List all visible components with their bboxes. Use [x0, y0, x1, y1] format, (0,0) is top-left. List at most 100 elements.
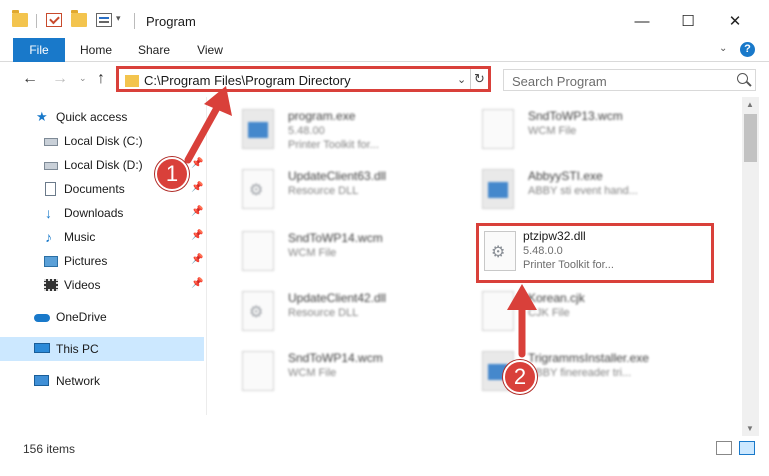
pin-icon[interactable]: 📌: [191, 182, 203, 193]
list-item-ptzipw32-highlighted[interactable]: ptzipw32.dll 5.48.0.0 Printer Toolkit fo…: [476, 223, 714, 283]
address-path[interactable]: C:\Program Files\Program Directory: [144, 73, 351, 88]
help-button[interactable]: ?: [740, 42, 755, 57]
sidebar-item-label: Local Disk (C:): [64, 134, 143, 148]
cloud-icon: [34, 314, 50, 322]
address-dropdown-chevron-icon[interactable]: ⌄: [457, 73, 466, 86]
sidebar-item-quick-access[interactable]: ★ Quick access: [0, 105, 204, 129]
file-type: WCM File: [288, 247, 337, 259]
step-1-badge: 1: [155, 157, 189, 191]
network-icon: [34, 375, 49, 386]
file-list: program.exe 5.48.00 Printer Toolkit for.…: [207, 97, 742, 436]
folder-icon: [12, 10, 28, 27]
list-item[interactable]: SndToWP14.wcm WCM File: [216, 225, 456, 279]
address-bar[interactable]: C:\Program Files\Program Directory ⌄ ↻: [116, 66, 491, 92]
file-name: Korean.cjk: [528, 291, 585, 305]
recent-locations-chevron-icon[interactable]: ⌄: [79, 73, 87, 84]
refresh-icon[interactable]: ↻: [474, 71, 485, 87]
status-bar: 156 items: [0, 436, 769, 476]
sidebar-item-label: Pictures: [64, 254, 108, 268]
sidebar-item-label: Videos: [64, 278, 101, 292]
item-count: 156 items: [23, 442, 76, 456]
expand-ribbon-chevron-icon[interactable]: ⌄: [719, 43, 727, 54]
scroll-down-icon[interactable]: ▼: [746, 424, 754, 433]
videos-icon: [44, 279, 58, 291]
customize-toolbar-chevron-icon[interactable]: ▾: [116, 13, 121, 24]
document-icon: [242, 351, 274, 391]
tab-view[interactable]: View: [188, 38, 232, 62]
document-icon: [482, 109, 514, 149]
search-icon: [737, 73, 748, 84]
divider: [470, 69, 471, 89]
maximize-button[interactable]: ☐: [665, 0, 711, 42]
file-description: Printer Toolkit for...: [288, 139, 379, 151]
pin-icon[interactable]: 📌: [191, 206, 203, 217]
list-item[interactable]: SndToWP13.wcm WCM File: [456, 103, 696, 157]
scroll-up-icon[interactable]: ▲: [746, 100, 754, 109]
vertical-scrollbar[interactable]: ▲ ▼: [742, 97, 759, 436]
file-name: ptzipw32.dll: [523, 229, 586, 243]
step-2-badge: 2: [503, 360, 537, 394]
tab-file[interactable]: File: [13, 38, 65, 62]
quick-access-toolbar-icon[interactable]: [96, 13, 112, 27]
pin-icon[interactable]: 📌: [191, 158, 203, 169]
forward-button[interactable]: →: [52, 70, 68, 88]
close-button[interactable]: ✕: [712, 0, 758, 42]
divider: [36, 14, 37, 28]
folder-icon: [125, 75, 139, 87]
file-description: ABBY sti event hand...: [528, 185, 638, 197]
dll-gear-icon: [484, 231, 516, 271]
list-item[interactable]: AbbyySTI.exe ABBY sti event hand...: [456, 163, 696, 217]
dll-gear-icon: [242, 291, 274, 331]
sidebar-item-videos[interactable]: Videos 📌: [0, 273, 204, 297]
list-item[interactable]: program.exe 5.48.00 Printer Toolkit for.…: [216, 103, 456, 157]
list-item[interactable]: UpdateClient63.dll Resource DLL: [216, 163, 456, 217]
list-item[interactable]: SndToWP14.wcm WCM File: [216, 345, 456, 399]
tab-share[interactable]: Share: [130, 38, 178, 62]
list-item[interactable]: Korean.cjk CJK File: [456, 285, 696, 339]
sidebar-item-onedrive[interactable]: OneDrive: [0, 305, 204, 329]
sidebar-item-label: Quick access: [56, 110, 128, 124]
minimize-button[interactable]: —: [619, 0, 665, 42]
sidebar-item-this-pc[interactable]: This PC: [0, 337, 204, 361]
scrollbar-thumb[interactable]: [744, 114, 757, 162]
tiles-view-icon[interactable]: [739, 441, 755, 455]
dll-gear-icon: [242, 169, 274, 209]
sidebar-item-label: OneDrive: [56, 310, 107, 324]
music-icon: ♪: [45, 229, 52, 245]
document-icon: [242, 231, 274, 271]
list-item[interactable]: TrigrammsInstaller.exe ABBY finereader t…: [456, 345, 696, 399]
divider: [134, 13, 135, 29]
file-type: CJK File: [528, 307, 570, 319]
tab-home[interactable]: Home: [72, 38, 120, 62]
file-type: WCM File: [288, 367, 337, 379]
properties-checkmark-icon[interactable]: [46, 13, 62, 27]
navigation-bar: ← → ⌄ ↑ C:\Program Files\Program Directo…: [0, 63, 769, 97]
file-name: program.exe: [288, 109, 356, 123]
document-icon: [482, 291, 514, 331]
application-icon: [242, 109, 274, 149]
pin-icon[interactable]: 📌: [191, 254, 203, 265]
star-icon: ★: [36, 109, 48, 124]
file-type: Resource DLL: [288, 185, 359, 197]
sidebar-item-label: Network: [56, 374, 101, 388]
sidebar-item-downloads[interactable]: ↓ Downloads 📌: [0, 201, 204, 225]
up-button[interactable]: ↑: [97, 70, 105, 88]
sidebar-item-local-disk-c[interactable]: Local Disk (C:): [0, 129, 204, 153]
ribbon-tabs: File Home Share View ⌄ ?: [0, 38, 769, 62]
file-name: UpdateClient63.dll: [288, 169, 387, 183]
sidebar-item-pictures[interactable]: Pictures 📌: [0, 249, 204, 273]
file-description: Printer Toolkit for...: [523, 259, 614, 271]
sidebar-item-label: Documents: [64, 182, 125, 196]
file-description: ABBY finereader tri...: [528, 367, 632, 379]
back-button[interactable]: ←: [22, 70, 38, 88]
sidebar-item-music[interactable]: ♪ Music 📌: [0, 225, 204, 249]
list-item[interactable]: UpdateClient42.dll Resource DLL: [216, 285, 456, 339]
pin-icon[interactable]: 📌: [191, 278, 203, 289]
pin-icon[interactable]: 📌: [191, 230, 203, 241]
file-version: 5.48.0.0: [523, 245, 563, 257]
sidebar-item-label: Downloads: [64, 206, 124, 220]
new-folder-icon[interactable]: [71, 10, 87, 27]
search-input[interactable]: Search Program: [503, 69, 756, 91]
details-view-icon[interactable]: [716, 441, 732, 455]
sidebar-item-network[interactable]: Network: [0, 369, 204, 393]
